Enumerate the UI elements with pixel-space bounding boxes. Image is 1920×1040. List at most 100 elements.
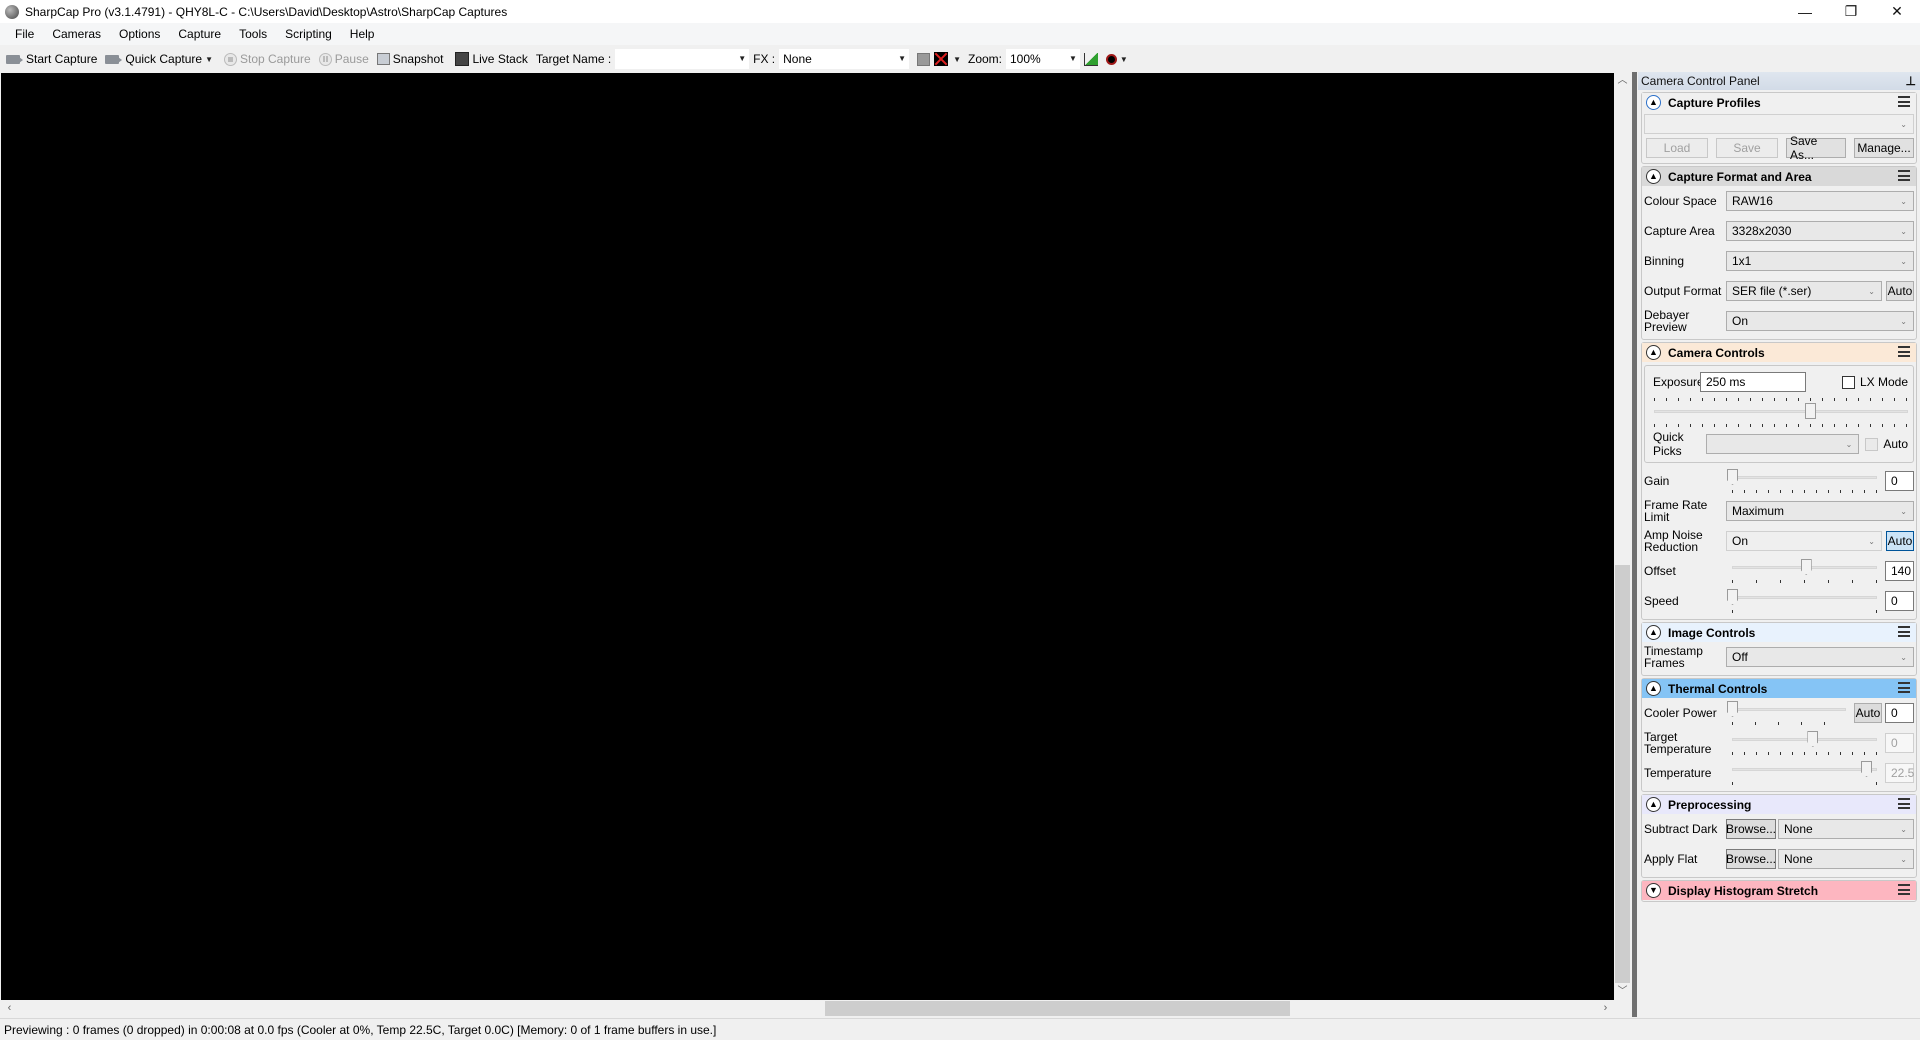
target-name-dropdown-icon[interactable]: ▼ [735, 49, 750, 69]
scroll-down-icon[interactable]: ﹀ [1614, 983, 1631, 1000]
collapse-icon[interactable]: ▲ [1646, 345, 1661, 360]
pin-icon[interactable]: ⊥ [1906, 74, 1916, 88]
pause-button[interactable]: Pause [315, 52, 373, 66]
offset-slider-thumb[interactable] [1800, 559, 1812, 575]
restore-button[interactable]: ❐ [1828, 0, 1874, 23]
zoom-dropdown-icon[interactable]: ▼ [1066, 49, 1080, 69]
menu-capture[interactable]: Capture [169, 27, 230, 41]
speed-input[interactable]: 0 [1885, 591, 1914, 611]
frame-rate-select[interactable]: Maximum ⌄ [1726, 501, 1914, 521]
horizontal-scrollbar[interactable]: ‹ › [1, 1000, 1614, 1017]
collapse-icon[interactable]: ▲ [1646, 169, 1661, 184]
menu-cameras[interactable]: Cameras [43, 27, 110, 41]
subtract-dark-select[interactable]: None ⌄ [1778, 819, 1914, 839]
frame-icon[interactable] [917, 52, 931, 66]
vertical-scroll-thumb[interactable] [1615, 565, 1630, 983]
collapse-icon[interactable]: ▲ [1646, 797, 1661, 812]
capture-area-select[interactable]: 3328x2030 ⌄ [1726, 221, 1914, 241]
scroll-left-icon[interactable]: ‹ [1, 1000, 18, 1017]
camera-controls-header[interactable]: ▲ Camera Controls [1642, 343, 1916, 362]
fx-select[interactable]: None [779, 49, 896, 69]
output-format-auto-button[interactable]: Auto [1886, 281, 1914, 301]
menu-icon[interactable] [1898, 798, 1910, 809]
gain-input[interactable]: 0 [1885, 471, 1914, 491]
collapse-icon[interactable]: ▲ [1646, 681, 1661, 696]
offset-input[interactable]: 140 [1885, 561, 1914, 581]
image-preview[interactable] [1, 73, 1614, 1000]
expand-icon[interactable]: ▼ [1646, 883, 1661, 898]
save-as-profile-button[interactable]: Save As... [1786, 134, 1846, 162]
target-name-input[interactable] [615, 49, 736, 69]
subtract-dark-browse-button[interactable]: Browse... [1726, 819, 1776, 839]
magnifier-icon[interactable] [1105, 53, 1117, 65]
capture-profiles-header[interactable]: ▲ Capture Profiles [1642, 93, 1916, 112]
quick-picks-auto-checkbox[interactable] [1865, 437, 1879, 451]
cooler-power-slider-thumb[interactable] [1727, 701, 1738, 717]
histogram-stretch-header[interactable]: ▼ Display Histogram Stretch [1642, 881, 1916, 900]
collapse-icon[interactable]: ▲ [1646, 625, 1661, 640]
collapse-icon[interactable]: ▲ [1646, 95, 1661, 110]
binning-select[interactable]: 1x1 ⌄ [1726, 251, 1914, 271]
snapshot-button[interactable]: Snapshot [373, 52, 448, 66]
fx-dropdown-icon[interactable]: ▼ [895, 49, 910, 69]
target-temperature-input[interactable]: 0 [1885, 733, 1914, 753]
menu-tools[interactable]: Tools [230, 27, 276, 41]
menu-icon[interactable] [1898, 682, 1910, 693]
menu-file[interactable]: File [6, 27, 43, 41]
menu-icon[interactable] [1898, 346, 1910, 357]
reticle-dropdown-icon[interactable]: ▼ [950, 55, 964, 64]
cooler-power-input[interactable]: 0 [1885, 703, 1914, 723]
scroll-right-icon[interactable]: › [1597, 1000, 1614, 1017]
offset-slider[interactable] [1726, 558, 1879, 584]
gain-slider-thumb[interactable] [1727, 469, 1738, 485]
close-button[interactable]: ✕ [1874, 0, 1920, 23]
live-stack-button[interactable]: Live Stack [451, 52, 531, 66]
output-format-select[interactable]: SER file (*.ser) ⌄ [1726, 281, 1882, 301]
capture-format-header[interactable]: ▲ Capture Format and Area [1642, 167, 1916, 186]
save-profile-button[interactable]: Save [1716, 138, 1778, 158]
exposure-slider-thumb[interactable] [1804, 403, 1816, 419]
menu-icon[interactable] [1898, 626, 1910, 637]
target-temperature-slider[interactable] [1726, 730, 1879, 756]
amp-noise-auto-button[interactable]: Auto [1886, 531, 1914, 551]
load-profile-button[interactable]: Load [1646, 138, 1708, 158]
quick-capture-button[interactable]: Quick Capture ▼ [101, 52, 220, 66]
magnifier-dropdown-icon[interactable]: ▼ [1117, 55, 1131, 64]
amp-noise-select[interactable]: On ⌄ [1726, 531, 1882, 551]
quick-capture-dropdown-icon[interactable]: ▼ [202, 55, 216, 64]
panel-splitter[interactable] [1632, 72, 1637, 1017]
preprocessing-header[interactable]: ▲ Preprocessing [1642, 795, 1916, 814]
zoom-select[interactable]: 100% [1006, 49, 1066, 69]
reticle-icon[interactable] [934, 52, 949, 66]
thermal-controls-header[interactable]: ▲ Thermal Controls [1642, 679, 1916, 698]
exposure-slider[interactable] [1648, 394, 1910, 430]
lx-mode-checkbox[interactable] [1841, 375, 1855, 389]
exposure-input[interactable]: 250 ms [1700, 372, 1806, 392]
debayer-preview-select[interactable]: On ⌄ [1726, 311, 1914, 331]
profile-select[interactable]: ⌄ [1644, 114, 1914, 134]
menu-scripting[interactable]: Scripting [276, 27, 341, 41]
minimize-button[interactable]: — [1782, 0, 1828, 23]
colour-space-select[interactable]: RAW16 ⌄ [1726, 191, 1914, 211]
start-capture-button[interactable]: Start Capture [2, 52, 101, 66]
timestamp-frames-select[interactable]: Off ⌄ [1726, 647, 1914, 667]
cooler-power-slider[interactable] [1726, 700, 1848, 726]
horizontal-scroll-thumb[interactable] [825, 1001, 1290, 1016]
menu-options[interactable]: Options [110, 27, 169, 41]
vertical-scrollbar[interactable]: ︿ ﹀ [1614, 72, 1631, 1000]
gain-slider[interactable] [1726, 468, 1879, 494]
speed-slider[interactable] [1726, 588, 1879, 614]
stop-capture-button[interactable]: Stop Capture [220, 52, 315, 66]
speed-slider-thumb[interactable] [1727, 589, 1738, 605]
manage-profiles-button[interactable]: Manage... [1854, 138, 1914, 158]
cooler-power-auto-button[interactable]: Auto [1854, 703, 1882, 723]
apply-flat-select[interactable]: None ⌄ [1778, 849, 1914, 869]
histogram-icon[interactable] [1083, 52, 1098, 66]
scroll-up-icon[interactable]: ︿ [1614, 72, 1631, 89]
apply-flat-browse-button[interactable]: Browse... [1726, 849, 1776, 869]
target-temperature-slider-thumb[interactable] [1807, 731, 1819, 747]
menu-icon[interactable] [1898, 170, 1910, 181]
menu-icon[interactable] [1898, 884, 1910, 895]
menu-icon[interactable] [1898, 96, 1910, 107]
image-controls-header[interactable]: ▲ Image Controls [1642, 623, 1916, 642]
